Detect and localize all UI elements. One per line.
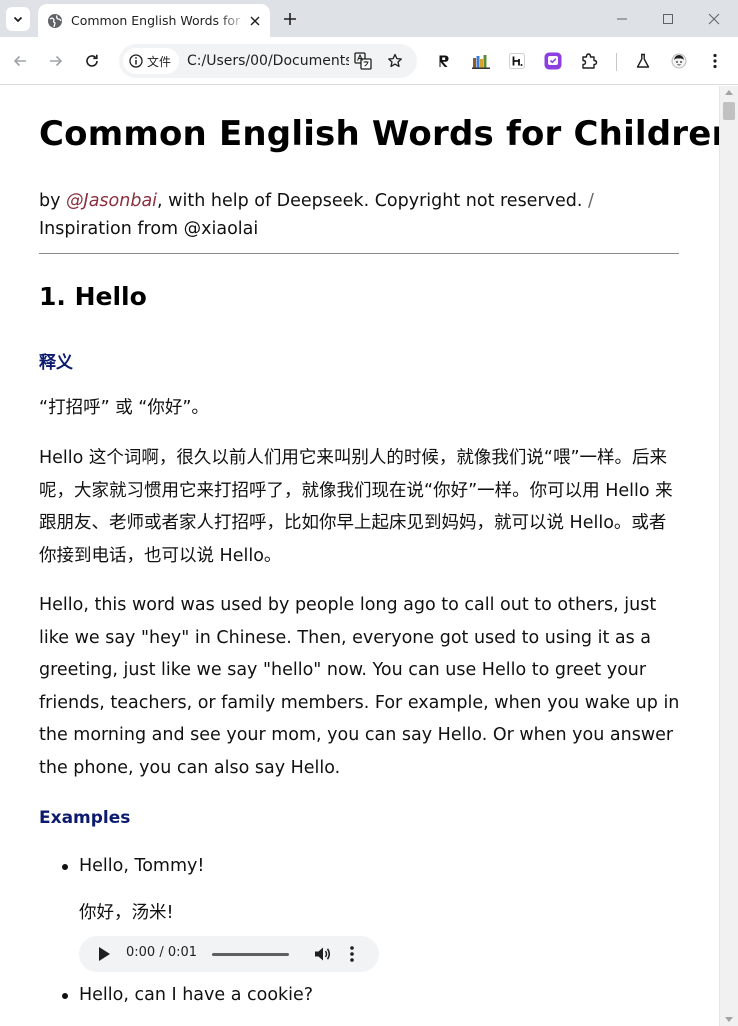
maximize-icon bbox=[663, 14, 673, 24]
extension-books-button[interactable] bbox=[471, 51, 491, 71]
minimize-button[interactable] bbox=[612, 9, 632, 29]
close-icon bbox=[708, 13, 720, 25]
example-english: Hello, can I have a cookie? bbox=[79, 985, 314, 1005]
byline: by @Jasonbai, with help of Deepseek. Cop… bbox=[39, 187, 659, 243]
meaning-heading: 释义 bbox=[39, 353, 73, 373]
explanation-chinese: Hello 这个词啊，很久以前人们用它来叫别人的时候，就像我们说“喂”一样。后来… bbox=[39, 448, 673, 566]
star-icon bbox=[388, 53, 402, 68]
extension-r-button[interactable] bbox=[434, 51, 454, 71]
globe-icon bbox=[48, 13, 62, 28]
more-options-icon[interactable] bbox=[349, 945, 355, 963]
tab-strip: Common English Words for Children bbox=[0, 0, 738, 37]
page-title: Common English Words for Children bbox=[39, 114, 719, 154]
section-heading: 1. Hello bbox=[39, 282, 147, 311]
chevron-down-icon bbox=[13, 16, 23, 23]
url-value: C:/Users/00/Documents/common-english-wor… bbox=[187, 53, 349, 69]
tab-active[interactable]: Common English Words for Children bbox=[38, 4, 270, 37]
back-arrow-icon bbox=[13, 55, 26, 67]
extensions-button[interactable] bbox=[579, 51, 599, 71]
meaning-text: “打招呼” 或 “你好”。 bbox=[39, 398, 209, 418]
author-link[interactable]: @Jasonbai bbox=[66, 191, 157, 211]
purple-app-icon bbox=[544, 52, 562, 70]
flask-icon bbox=[636, 53, 650, 68]
avatar-icon bbox=[671, 53, 687, 69]
h-logo-icon bbox=[509, 53, 525, 69]
bullet bbox=[62, 993, 68, 999]
info-icon bbox=[129, 54, 143, 68]
tab-close-button[interactable] bbox=[246, 12, 264, 30]
examples-heading: Examples bbox=[39, 808, 131, 828]
reload-icon bbox=[86, 54, 98, 67]
close-icon bbox=[250, 16, 260, 25]
example-chinese: 你好，汤米! bbox=[79, 903, 174, 923]
site-chip-label: 文件 bbox=[147, 54, 172, 69]
maximize-button[interactable] bbox=[658, 9, 678, 29]
forward-arrow-icon bbox=[50, 55, 63, 67]
example-english: Hello, Tommy! bbox=[79, 856, 205, 876]
page-viewport: Common English Words for Children by @Ja… bbox=[0, 86, 719, 1026]
reload-button[interactable] bbox=[80, 49, 104, 73]
forward-button[interactable] bbox=[44, 49, 68, 73]
extension-purple-button[interactable] bbox=[543, 51, 563, 71]
new-tab-button[interactable] bbox=[280, 9, 300, 29]
books-icon bbox=[472, 55, 490, 69]
audio-player[interactable]: 0:00 / 0:01 bbox=[79, 936, 379, 972]
tab-search-button[interactable] bbox=[6, 7, 30, 31]
url-text[interactable]: C:/Users/00/Documents/common-english-wor… bbox=[187, 53, 349, 69]
scroll-down-arrow-icon[interactable] bbox=[725, 1017, 733, 1022]
audio-time: 0:00 / 0:01 bbox=[126, 945, 198, 960]
play-icon[interactable] bbox=[99, 947, 110, 961]
plus-icon bbox=[284, 13, 296, 25]
scroll-thumb[interactable] bbox=[723, 102, 735, 120]
volume-icon[interactable] bbox=[313, 945, 331, 963]
bookmark-star-button[interactable] bbox=[385, 51, 405, 71]
extension-h-button[interactable] bbox=[507, 51, 527, 71]
tab-title: Common English Words for Children bbox=[71, 13, 246, 28]
byline-inspiration: Inspiration from @xiaolai bbox=[39, 219, 259, 239]
translate-button[interactable] bbox=[353, 51, 373, 71]
readwise-r-icon bbox=[439, 55, 449, 67]
audio-progress-track[interactable] bbox=[212, 953, 289, 956]
profile-button[interactable] bbox=[669, 51, 689, 71]
bullet bbox=[62, 864, 68, 870]
horizontal-rule bbox=[39, 253, 679, 254]
back-button[interactable] bbox=[8, 49, 32, 73]
scroll-up-arrow-icon[interactable] bbox=[725, 90, 733, 95]
puzzle-piece-icon bbox=[582, 53, 598, 69]
address-bar[interactable]: 文件 C:/Users/00/Documents/common-english-… bbox=[119, 44, 417, 78]
byline-separator: / bbox=[588, 191, 594, 211]
vertical-scrollbar[interactable] bbox=[719, 86, 738, 1026]
browser-menu-button[interactable] bbox=[705, 51, 725, 71]
labs-button[interactable] bbox=[633, 51, 653, 71]
kebab-menu-icon bbox=[713, 53, 717, 69]
minimize-icon bbox=[617, 18, 627, 20]
site-info-chip[interactable]: 文件 bbox=[123, 48, 179, 74]
browser-toolbar: 文件 C:/Users/00/Documents/common-english-… bbox=[0, 37, 738, 85]
byline-middle: , with help of Deepseek. Copyright not r… bbox=[157, 191, 589, 211]
close-window-button[interactable] bbox=[704, 9, 724, 29]
byline-prefix: by bbox=[39, 191, 67, 211]
explanation-english: Hello, this word was used by people long… bbox=[39, 595, 680, 778]
toolbar-divider bbox=[616, 53, 617, 71]
translate-icon bbox=[354, 52, 372, 70]
